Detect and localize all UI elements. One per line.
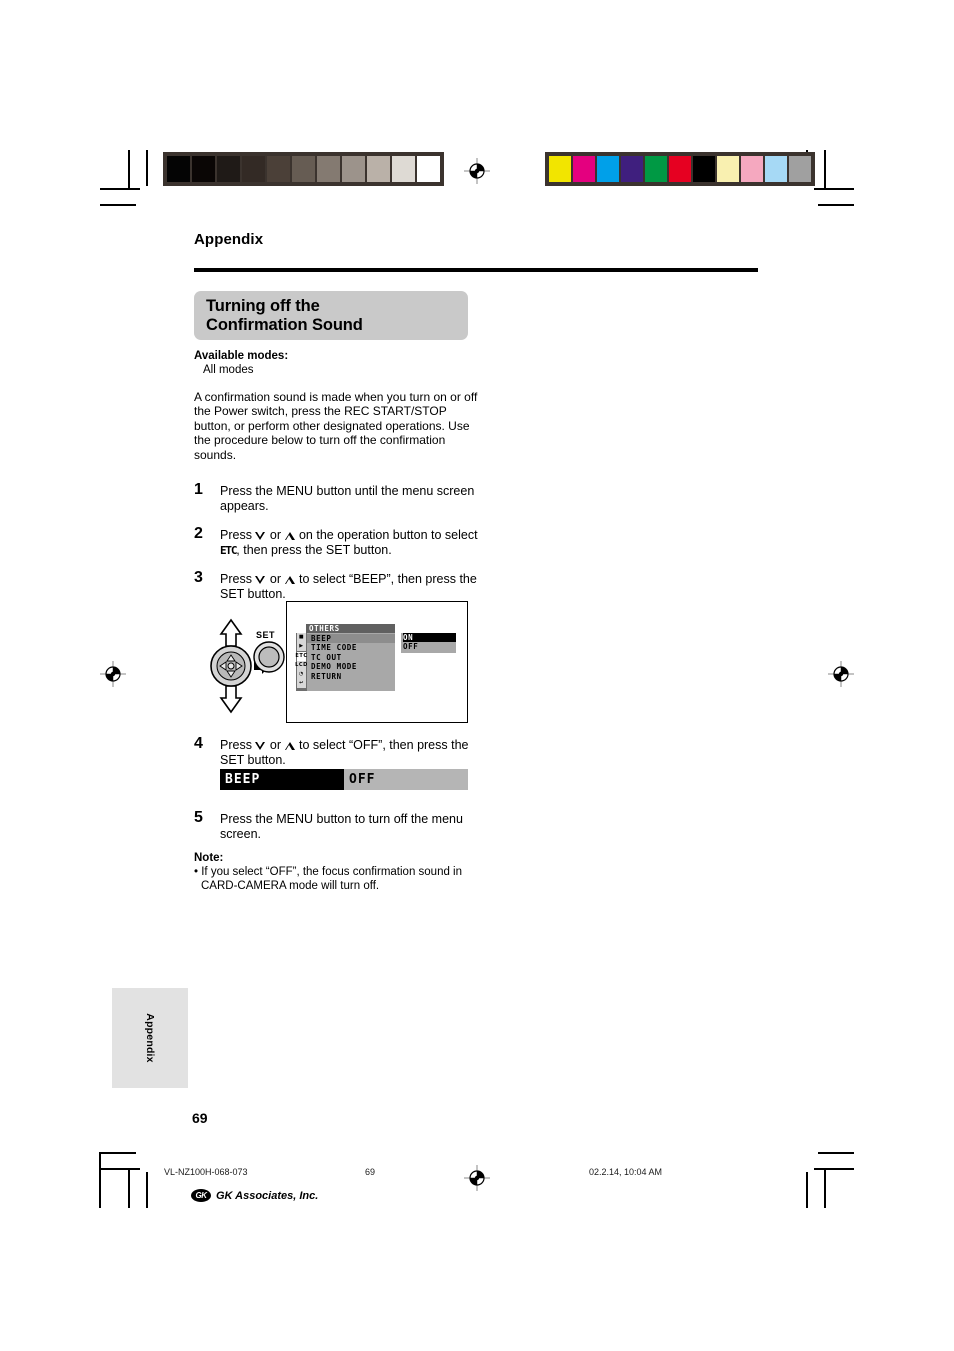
osd-value-on: ON xyxy=(403,633,456,643)
playback-mode-icon-glyph: ▶ xyxy=(299,643,304,650)
osd-item-tc-out: TC OUT xyxy=(311,652,342,662)
step-2-tail: , then press the SET button. xyxy=(236,543,392,558)
set-button-circle xyxy=(253,641,285,673)
etc-mode-icon: ETC xyxy=(295,651,308,661)
footer-page-number: 69 xyxy=(365,1167,376,1177)
step-3-pre: Press xyxy=(220,572,256,586)
section-heading-line-2: Confirmation Sound xyxy=(206,316,363,334)
down-arrow-icon xyxy=(255,576,266,584)
step-2: 2 Press or on the operation button to se… xyxy=(194,525,494,558)
camera-mode-icon: ■ xyxy=(297,633,306,643)
down-arrow-icon xyxy=(255,532,266,540)
step-2-number: 2 xyxy=(194,525,203,542)
osd-item-demo-mode: DEMO MODE xyxy=(311,662,358,672)
osd-item-time-code: TIME CODE xyxy=(311,643,358,653)
dpad-center xyxy=(227,662,235,670)
osd-inner: OTHERS ■ ▶ ETC LCD ◔ ↩ BEEP TIME CODE TC OUT DEM… xyxy=(295,624,456,694)
step-4-number: 4 xyxy=(194,735,203,752)
section-heading-line-1: Turning off the xyxy=(206,297,320,315)
etc-osd-token: ETC xyxy=(220,544,238,558)
beep-osd-label: BEEP xyxy=(220,769,344,790)
up-arrow-icon xyxy=(284,576,296,584)
page-number: 69 xyxy=(192,1110,208,1126)
section-heading-box: Turning off the Confirmation Sound xyxy=(194,291,468,340)
step-1: 1 Press the MENU button until the menu s… xyxy=(194,481,494,514)
step-1-number: 1 xyxy=(194,481,203,498)
step-2-text: Press or on the operation button to sele… xyxy=(220,528,494,558)
available-modes-value: All modes xyxy=(203,364,254,376)
footer-rule-left xyxy=(99,1152,101,1208)
beep-osd-bar: BEEP OFF xyxy=(220,769,468,790)
down-arrow-icon xyxy=(255,742,266,750)
playback-mode-icon: ▶ xyxy=(297,642,306,652)
card-mode-icon-glyph: LCD xyxy=(295,661,308,668)
page-content: Appendix Turning off the Confirmation So… xyxy=(0,0,954,1351)
figure-down-arrow xyxy=(219,685,243,714)
gk-logo-mark: GK xyxy=(191,1189,211,1202)
step-4-text: Press or to select “OFF”, then press the… xyxy=(220,738,494,768)
osd-title: OTHERS xyxy=(306,624,395,633)
step-2-mid: or xyxy=(266,528,285,542)
osd-value-list: ON OFF xyxy=(401,633,456,653)
footer-timestamp: 02.2.14, 10:04 AM xyxy=(589,1167,663,1177)
up-arrow-icon xyxy=(284,742,296,750)
camera-mode-icon-glyph: ■ xyxy=(298,634,305,641)
bullet-icon: • xyxy=(194,866,199,878)
step-3: 3 Press or to select “BEEP”, then press … xyxy=(194,569,494,602)
step-5: 5 Press the MENU button to turn off the … xyxy=(194,809,494,842)
osd-item-list: BEEP TIME CODE TC OUT DEMO MODE RETURN xyxy=(307,633,395,691)
osd-item-beep: BEEP xyxy=(307,634,395,644)
step-2-pre: Press xyxy=(220,528,256,542)
set-button-label: SET xyxy=(256,630,276,640)
step-5-text: Press the MENU button to turn off the me… xyxy=(220,812,463,842)
clock-icon: ◔ xyxy=(297,669,306,679)
side-tab-appendix: Appendix xyxy=(112,988,188,1088)
return-icon-glyph: ↩ xyxy=(299,680,304,687)
available-modes-label: Available modes: xyxy=(194,350,289,362)
step-4-mid: or xyxy=(266,738,285,752)
step-1-text: Press the MENU button until the menu scr… xyxy=(220,484,475,514)
clock-icon-glyph: ◔ xyxy=(299,670,304,677)
step-3-mid: or xyxy=(266,572,285,586)
header-rule xyxy=(194,268,758,272)
gk-associates-logo: GK GK Associates, Inc. xyxy=(191,1189,318,1202)
intro-paragraph: A confirmation sound is made when you tu… xyxy=(194,390,478,462)
beep-osd-value: OFF xyxy=(344,769,468,790)
step-4: 4 Press or to select “OFF”, then press t… xyxy=(194,735,494,768)
step-4-pre: Press xyxy=(220,738,256,752)
osd-value-off: OFF xyxy=(403,642,419,652)
footer-file-id: VL-NZ100H-068-073 xyxy=(164,1167,248,1177)
up-arrow-icon xyxy=(284,532,296,540)
note-bullet-row: • If you select “OFF”, the focus confirm… xyxy=(194,866,484,893)
etc-mode-icon-glyph: ETC xyxy=(295,652,308,659)
osd-menu-screenshot: OTHERS ■ ▶ ETC LCD ◔ ↩ BEEP TIME CODE TC OUT DEM… xyxy=(286,601,468,723)
side-tab-label: Appendix xyxy=(144,1013,156,1063)
return-icon: ↩ xyxy=(297,679,306,689)
gk-logo-text: GK Associates, Inc. xyxy=(216,1189,319,1202)
figure-up-arrow xyxy=(219,618,243,647)
step-3-number: 3 xyxy=(194,569,203,586)
step-5-number: 5 xyxy=(194,809,203,826)
note-body: • If you select “OFF”, the focus confirm… xyxy=(194,866,484,893)
step-3-text: Press or to select “BEEP”, then press th… xyxy=(220,572,494,602)
card-mode-icon: LCD xyxy=(295,660,308,670)
running-head: Appendix xyxy=(194,231,264,248)
note-text: If you select “OFF”, the focus confirmat… xyxy=(201,866,463,892)
note-label: Note: xyxy=(194,852,224,864)
step-2-post: on the operation button to select xyxy=(295,528,478,542)
set-button-figure xyxy=(252,640,286,679)
osd-item-return: RETURN xyxy=(311,671,342,681)
osd-icon-column: ■ ▶ ETC LCD ◔ ↩ xyxy=(295,633,308,691)
